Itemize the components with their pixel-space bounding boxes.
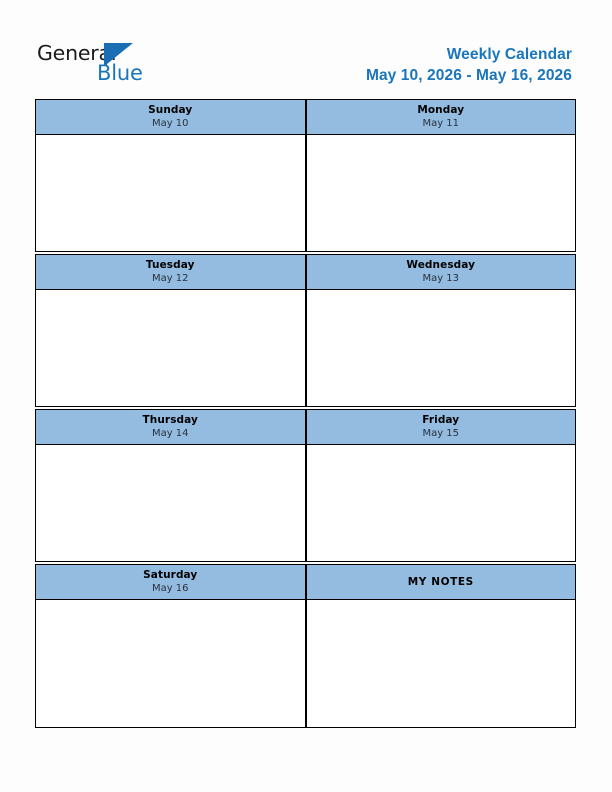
day-cell-wednesday[interactable] (305, 290, 576, 407)
day-header-friday[interactable]: Friday May 15 (305, 409, 576, 445)
day-name-label: Wednesday (406, 258, 476, 271)
calendar-row-headers: Tuesday May 12 Wednesday May 13 (35, 254, 576, 290)
calendar-row-headers: Sunday May 10 Monday May 11 (35, 99, 576, 135)
calendar-row-headers: Thursday May 14 Friday May 15 (35, 409, 576, 445)
notes-header[interactable]: MY NOTES (305, 564, 576, 600)
calendar-row-bodies (35, 600, 576, 728)
page-title: Weekly Calendar (446, 46, 572, 63)
calendar-row: Saturday May 16 MY NOTES (35, 564, 576, 728)
day-date-label: May 12 (151, 272, 189, 284)
calendar-grid: Sunday May 10 Monday May 11 Tuesday May … (35, 99, 576, 728)
calendar-row: Sunday May 10 Monday May 11 (35, 99, 576, 252)
day-date-label: May 15 (422, 427, 460, 439)
day-cell-tuesday[interactable] (35, 290, 306, 407)
day-cell-thursday[interactable] (35, 445, 306, 562)
day-name-label: Sunday (148, 103, 193, 116)
day-cell-sunday[interactable] (35, 135, 306, 252)
title-block: Weekly Calendar May 10, 2026 - May 16, 2… (366, 45, 572, 87)
brand-name-blue: Blue (97, 61, 143, 85)
calendar-row-bodies (35, 445, 576, 562)
calendar-row-headers: Saturday May 16 MY NOTES (35, 564, 576, 600)
day-header-thursday[interactable]: Thursday May 14 (35, 409, 306, 445)
day-header-saturday[interactable]: Saturday May 16 (35, 564, 306, 600)
calendar-row-bodies (35, 135, 576, 252)
calendar-row-bodies (35, 290, 576, 407)
day-name-label: Tuesday (145, 258, 195, 271)
notes-cell[interactable] (305, 600, 576, 728)
day-header-wednesday[interactable]: Wednesday May 13 (305, 254, 576, 290)
date-range: May 10, 2026 - May 16, 2026 (365, 67, 572, 84)
day-date-label: May 14 (151, 427, 189, 439)
day-name-label: Thursday (142, 413, 198, 426)
day-header-sunday[interactable]: Sunday May 10 (35, 99, 306, 135)
day-date-label: May 13 (422, 272, 460, 284)
day-cell-saturday[interactable] (35, 600, 306, 728)
day-name-label: Friday (422, 413, 460, 426)
day-cell-friday[interactable] (305, 445, 576, 562)
brand-logo: General Blue (37, 41, 187, 87)
day-date-label: May 10 (151, 117, 189, 129)
weekly-calendar-page: General Blue Weekly Calendar May 10, 202… (0, 0, 612, 792)
day-date-label: May 11 (422, 117, 460, 129)
page-header: General Blue Weekly Calendar May 10, 202… (0, 0, 612, 96)
calendar-row: Thursday May 14 Friday May 15 (35, 409, 576, 562)
day-cell-monday[interactable] (305, 135, 576, 252)
day-header-monday[interactable]: Monday May 11 (305, 99, 576, 135)
calendar-row: Tuesday May 12 Wednesday May 13 (35, 254, 576, 407)
day-name-label: Monday (417, 103, 465, 116)
notes-title-label: MY NOTES (407, 575, 474, 588)
day-date-label: May 16 (151, 582, 189, 594)
day-name-label: Saturday (143, 568, 198, 581)
day-header-tuesday[interactable]: Tuesday May 12 (35, 254, 306, 290)
